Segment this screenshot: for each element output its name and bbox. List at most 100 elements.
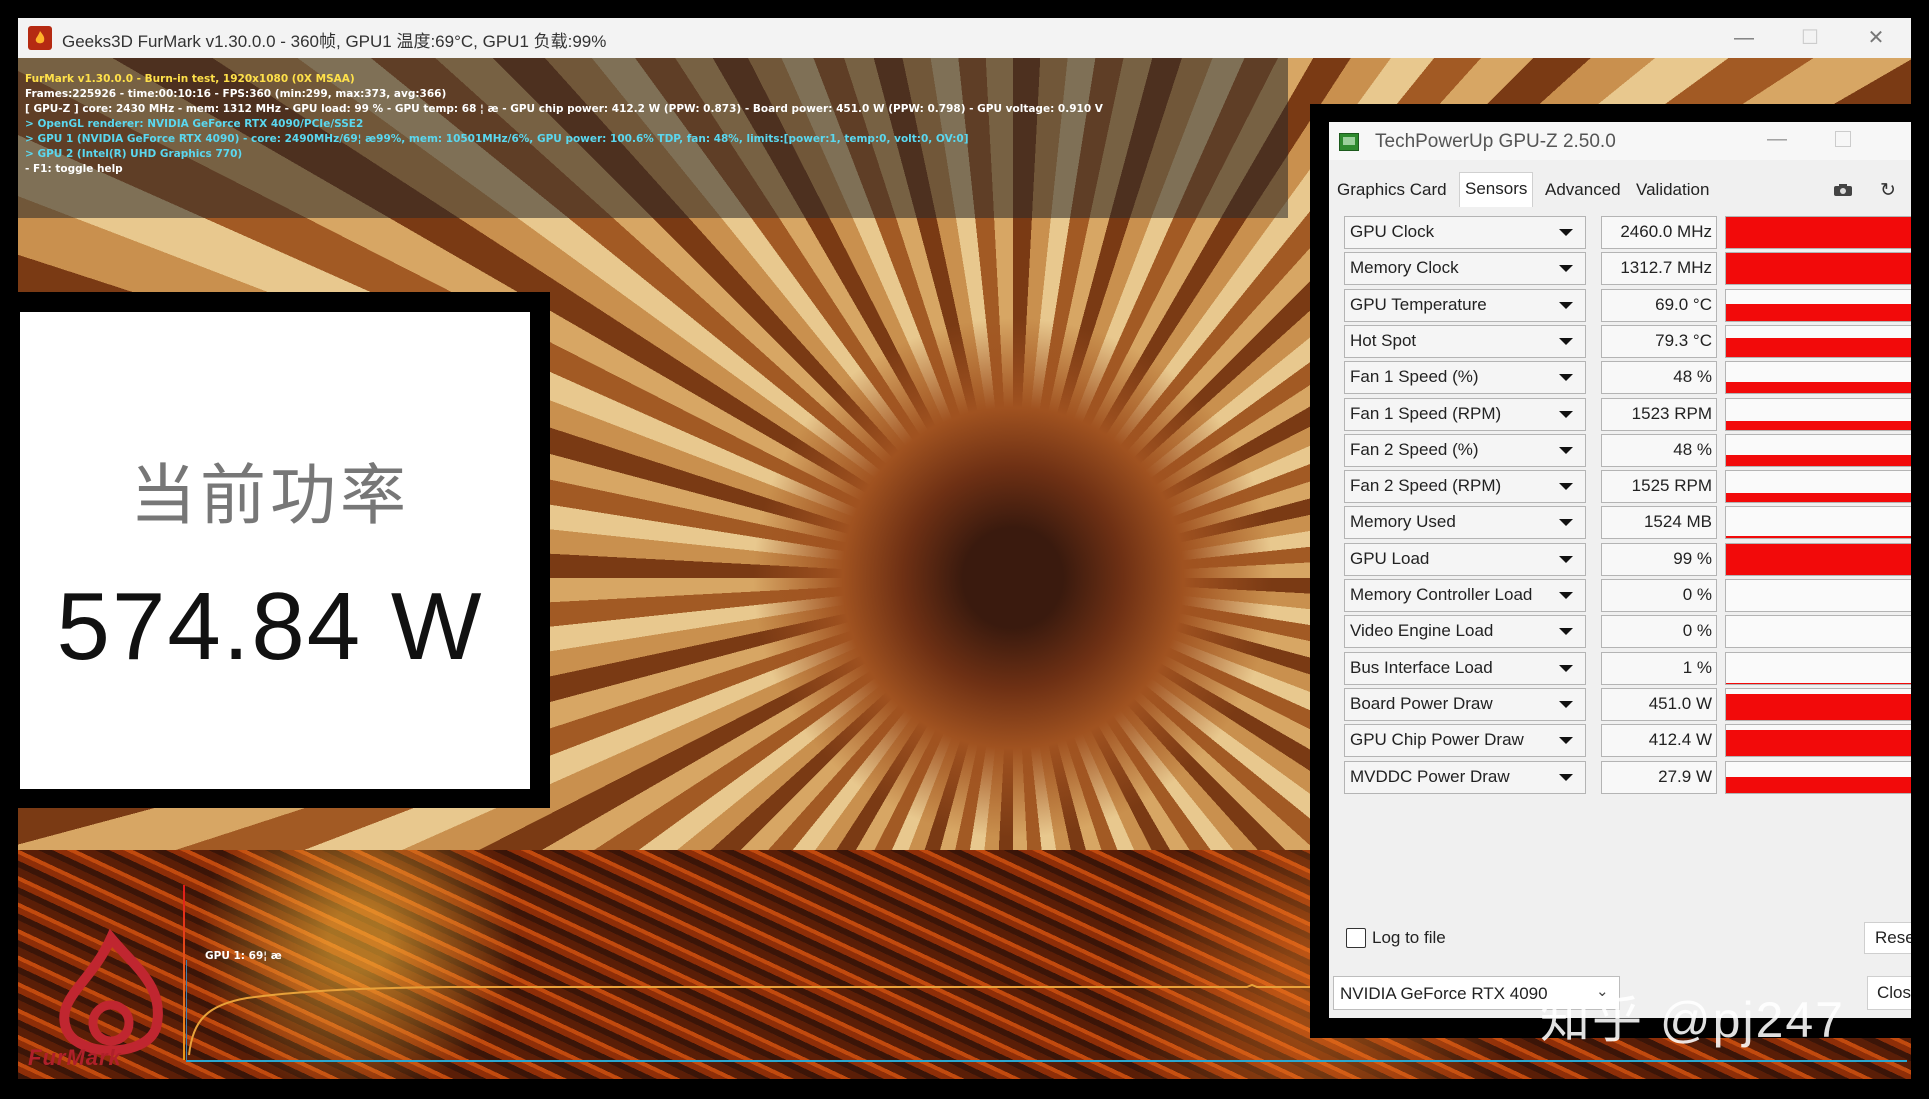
info-line-gpuz: [ GPU-Z ] core: 2430 MHz - mem: 1312 MHz… bbox=[25, 103, 1103, 115]
refresh-icon[interactable]: ↻ bbox=[1880, 179, 1896, 202]
sensor-value-box: 2460.0 MHz bbox=[1601, 216, 1717, 249]
window-title: Geeks3D FurMark v1.30.0.0 - 360帧, GPU1 温… bbox=[62, 32, 607, 51]
power-overlay-panel: 当前功率 574.84 W bbox=[18, 292, 550, 808]
sensor-name-dropdown[interactable]: Fan 2 Speed (%) bbox=[1344, 433, 1586, 467]
sensor-name: GPU Chip Power Draw bbox=[1350, 730, 1524, 750]
tab-advanced[interactable]: Advanced bbox=[1540, 174, 1626, 206]
sensor-graph-bar bbox=[1726, 253, 1911, 285]
sensor-name-dropdown[interactable]: GPU Load bbox=[1344, 542, 1586, 576]
watermark: 知乎 @pj247 bbox=[1540, 992, 1845, 1048]
sensor-name: Memory Clock bbox=[1350, 258, 1459, 278]
info-line-gpu2: > GPU 2 (Intel(R) UHD Graphics 770) bbox=[25, 148, 243, 160]
sensor-graph bbox=[1725, 651, 1911, 685]
tab-sensors[interactable]: Sensors bbox=[1459, 172, 1534, 207]
sensor-name-dropdown[interactable]: Video Engine Load bbox=[1344, 615, 1586, 649]
log-to-file-label: Log to file bbox=[1372, 928, 1446, 947]
minimize-button[interactable]: — bbox=[1711, 18, 1777, 58]
sensor-graph bbox=[1725, 361, 1911, 395]
dropdown-arrow-icon bbox=[1559, 229, 1573, 236]
camera-icon[interactable] bbox=[1834, 184, 1852, 196]
sensor-value: 48 % bbox=[1673, 439, 1712, 459]
sensor-graph bbox=[1725, 216, 1911, 249]
close-button[interactable]: ✕ bbox=[1843, 18, 1909, 58]
sensor-name-dropdown[interactable]: Fan 1 Speed (RPM) bbox=[1344, 397, 1586, 431]
sensor-name: Bus Interface Load bbox=[1350, 657, 1493, 677]
sensor-value: 1312.7 MHz bbox=[1620, 258, 1712, 278]
dropdown-arrow-icon bbox=[1559, 301, 1573, 309]
sensor-name-dropdown[interactable]: Bus Interface Load bbox=[1344, 651, 1586, 685]
sensor-graph bbox=[1725, 252, 1911, 286]
sensor-value: 79.3 °C bbox=[1655, 330, 1712, 350]
sensor-value: 0 % bbox=[1682, 585, 1712, 604]
sensor-name: Hot Spot bbox=[1350, 330, 1417, 350]
gpuz-app-icon bbox=[1339, 133, 1359, 151]
maximize-button[interactable]: ☐ bbox=[1777, 18, 1843, 58]
sensor-graph bbox=[1725, 324, 1911, 358]
sensor-value: 2460.0 MHz bbox=[1620, 222, 1712, 241]
dropdown-arrow-icon bbox=[1559, 265, 1573, 273]
sensor-name-dropdown[interactable]: GPU Temperature bbox=[1344, 288, 1586, 322]
sensor-graph-bar bbox=[1726, 730, 1911, 757]
power-card: 当前功率 574.84 W bbox=[20, 312, 530, 789]
sensor-graph-bar bbox=[1726, 217, 1911, 248]
sensor-name-dropdown[interactable]: Hot Spot bbox=[1344, 324, 1586, 358]
tab-graphics-card[interactable]: Graphics Card bbox=[1332, 174, 1452, 206]
tab-validation[interactable]: Validation bbox=[1631, 174, 1714, 206]
sensor-name-dropdown[interactable]: Memory Used bbox=[1344, 506, 1586, 540]
sensor-name: Fan 1 Speed (%) bbox=[1350, 367, 1479, 387]
sensor-value-box: 1 % bbox=[1601, 651, 1717, 685]
sensor-value-box: 1523 RPM bbox=[1601, 397, 1717, 431]
sensor-value: 69.0 °C bbox=[1655, 294, 1712, 314]
sensor-name: Fan 1 Speed (RPM) bbox=[1350, 403, 1502, 423]
sensor-name-dropdown[interactable]: GPU Chip Power Draw bbox=[1344, 724, 1586, 758]
gpuz-maximize-button[interactable] bbox=[1835, 131, 1851, 147]
furmark-info-overlay: FurMark v1.30.0.0 - Burn-in test, 1920x1… bbox=[25, 72, 1103, 177]
sensor-value: 48 % bbox=[1673, 367, 1712, 387]
gpuz-close-button[interactable]: Close bbox=[1867, 976, 1911, 1010]
sensor-name-dropdown[interactable]: Fan 1 Speed (%) bbox=[1344, 361, 1586, 395]
sensor-value: 99 % bbox=[1673, 548, 1712, 568]
furmark-app-icon bbox=[28, 26, 52, 50]
sensor-graph-bar bbox=[1726, 693, 1911, 720]
sensor-value: 1 % bbox=[1682, 657, 1712, 677]
sensor-name-dropdown[interactable]: Memory Clock bbox=[1344, 252, 1586, 286]
dropdown-arrow-icon bbox=[1559, 374, 1573, 382]
info-line-help: - F1: toggle help bbox=[25, 163, 123, 175]
sensor-value-box: 1525 RPM bbox=[1601, 470, 1717, 504]
sensor-name: Board Power Draw bbox=[1350, 693, 1493, 713]
sensor-name: Fan 2 Speed (%) bbox=[1350, 439, 1479, 459]
sensor-value-box: 48 % bbox=[1601, 433, 1717, 467]
sensor-value: 412.4 W bbox=[1648, 730, 1712, 750]
gpuz-title: TechPowerUp GPU-Z 2.50.0 bbox=[1375, 131, 1616, 152]
sensor-name-dropdown[interactable]: Memory Controller Load bbox=[1344, 579, 1586, 612]
dropdown-arrow-icon bbox=[1559, 555, 1573, 563]
sensor-name: Fan 2 Speed (RPM) bbox=[1350, 476, 1502, 496]
gpuz-minimize-button[interactable]: — bbox=[1767, 128, 1787, 151]
sensor-name-dropdown[interactable]: GPU Clock bbox=[1344, 216, 1586, 249]
sensor-value-box: 451.0 W bbox=[1601, 687, 1717, 721]
sensor-graph bbox=[1725, 615, 1911, 649]
log-to-file-checkbox[interactable] bbox=[1346, 928, 1366, 948]
sensor-value-box: 69.0 °C bbox=[1601, 288, 1717, 322]
sensor-name: MVDDC Power Draw bbox=[1350, 766, 1510, 786]
sensor-name-dropdown[interactable]: Fan 2 Speed (RPM) bbox=[1344, 470, 1586, 504]
sensor-value-box: 27.9 W bbox=[1601, 760, 1717, 794]
dropdown-arrow-icon bbox=[1559, 737, 1573, 745]
sensor-graph bbox=[1725, 288, 1911, 322]
sensor-graph bbox=[1725, 397, 1911, 431]
sensor-graph-bar bbox=[1726, 776, 1911, 793]
dropdown-arrow-icon bbox=[1559, 628, 1573, 636]
furmark-titlebar: Geeks3D FurMark v1.30.0.0 - 360帧, GPU1 温… bbox=[18, 18, 1911, 58]
dropdown-arrow-icon bbox=[1559, 337, 1573, 345]
sensor-graph bbox=[1725, 506, 1911, 540]
sensor-name-dropdown[interactable]: Board Power Draw bbox=[1344, 687, 1586, 721]
sensor-name: GPU Temperature bbox=[1350, 294, 1487, 314]
reset-button[interactable]: Reset bbox=[1864, 922, 1911, 954]
info-line-frames: Frames:225926 - time:00:10:16 - FPS:360 … bbox=[25, 88, 447, 100]
sensor-value-box: 0 % bbox=[1601, 615, 1717, 649]
sensor-graph bbox=[1725, 687, 1911, 721]
sensor-list: GPU Clock 2460.0 MHz Memory Clock 1312.7 MH… bbox=[1329, 210, 1911, 918]
gpuz-tab-bar: Graphics Card Sensors Advanced Validatio… bbox=[1329, 172, 1911, 210]
dropdown-arrow-icon bbox=[1559, 700, 1573, 708]
sensor-name-dropdown[interactable]: MVDDC Power Draw bbox=[1344, 760, 1586, 794]
